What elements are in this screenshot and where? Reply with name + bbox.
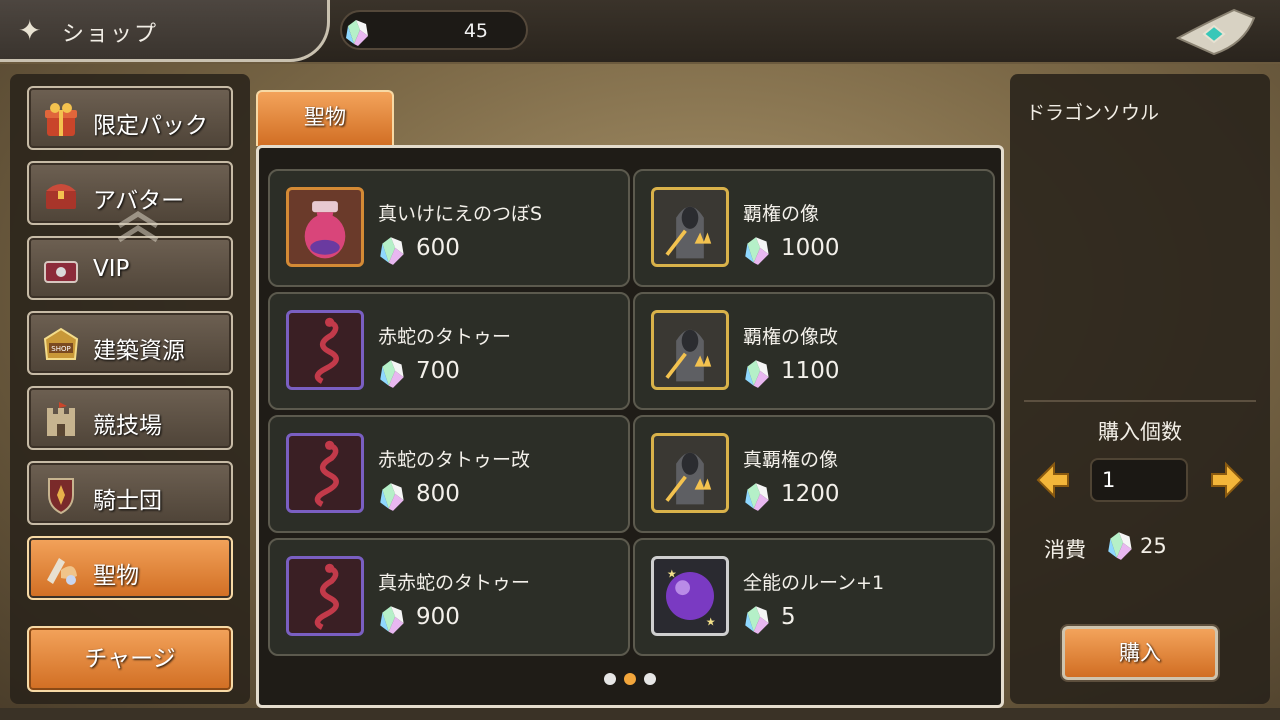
crystal-gem-icon [380,237,404,265]
bottom-strip [0,708,1280,720]
item-price: 800 [416,481,460,507]
crystal-gem-icon [380,606,404,634]
statue-icon [651,187,729,267]
decrease-quantity-arrow-icon[interactable] [1034,460,1072,500]
quantity-label: 購入個数 [1098,420,1182,444]
snake-tattoo-icon [286,310,364,390]
crystal-gem-icon [380,360,404,388]
top-bar: ✦ ショップ 45 [0,0,1280,64]
shop-item-card[interactable]: 覇権の像改 1100 [633,292,995,410]
sidebar-item-building-resources[interactable]: SHOP 建築資源 [27,311,233,375]
item-price: 600 [416,235,460,261]
shop-item-card[interactable]: 真いけにえのつぼS 600 [268,169,630,287]
crystal-gem-icon [745,360,769,388]
page-title: ショップ [62,22,159,47]
cost-label: 消費 [1044,538,1086,562]
buy-button-label: 購入 [1119,641,1161,665]
currency-value: 45 [463,20,488,42]
charge-button-label: チャージ [84,646,176,672]
shop-item-card[interactable]: ★ ★ 全能のルーン+1 5 [633,538,995,656]
charge-button[interactable]: チャージ [27,626,233,692]
cost-value: 25 [1140,534,1167,558]
item-price: 900 [416,604,460,630]
pagination-dots [604,673,664,687]
tab-relics[interactable]: 聖物 [256,90,394,146]
relic-icon [47,558,77,585]
quantity-value: 1 [1102,468,1116,492]
shop-item-card[interactable]: 真覇権の像 1200 [633,415,995,533]
vip-chest-icon [44,261,78,283]
shop-sign-icon: SHOP [43,327,79,360]
item-price: 5 [781,604,796,630]
castle-icon [47,402,75,436]
item-price: 700 [416,358,460,384]
item-price: 1100 [781,358,840,384]
tab-label: 聖物 [304,105,346,129]
sidebar-item-label: 騎士団 [93,488,162,514]
buy-button[interactable]: 購入 [1062,626,1218,680]
sidebar-item-arena[interactable]: 競技場 [27,386,233,450]
crystal-gem-icon [346,20,368,46]
item-name: 赤蛇のタトゥー [378,326,512,348]
title-plate: ✦ ショップ [0,0,330,62]
sparkle-icon: ✦ [18,14,42,47]
item-name: 真赤蛇のタトゥー [378,572,531,594]
pot-icon [286,187,364,267]
page-dot-active[interactable] [624,673,636,685]
item-name: 覇権の像 [743,203,820,225]
sidebar-item-label: 競技場 [93,413,162,439]
purchase-detail-panel: ドラゴンソウル 購入個数 1 消費 25 購入 [1010,74,1270,704]
svg-text:★: ★ [667,568,677,581]
currency-display: 45 [340,10,528,50]
item-name: 覇権の像改 [743,326,839,348]
shop-item-card[interactable]: 覇権の像 1000 [633,169,995,287]
crystal-gem-icon [745,237,769,265]
sidebar: 限定パック アバター VIP SHOP 建築資源 競技場 騎士団 聖物 チャージ [10,74,250,704]
item-price: 1000 [781,235,840,261]
scroll-up-chevron-icon[interactable] [115,210,161,246]
crystal-gem-icon [1108,532,1132,560]
sidebar-item-label: 建築資源 [93,338,185,364]
item-name: 赤蛇のタトゥー改 [378,449,531,471]
divider [1024,400,1256,402]
quantity-input[interactable]: 1 [1090,458,1188,502]
item-name: 全能のルーン+1 [743,572,885,594]
item-price: 1200 [781,481,840,507]
shield-emblem-icon [48,478,74,515]
svg-text:SHOP: SHOP [51,345,70,353]
crystal-gem-icon [745,483,769,511]
menu-emblem-icon[interactable] [1174,4,1260,60]
item-grid-panel: 真いけにえのつぼS 600 覇権の像 1000 赤蛇のタトゥー 700 覇権の像… [256,145,1004,708]
rune-orb-icon: ★ ★ [651,556,729,636]
shop-item-card[interactable]: 赤蛇のタトゥー 700 [268,292,630,410]
crystal-gem-icon [745,606,769,634]
sidebar-item-limited-pack[interactable]: 限定パック [27,86,233,150]
item-name: 真いけにえのつぼS [378,203,543,225]
sidebar-item-relics[interactable]: 聖物 [27,536,233,600]
page-dot[interactable] [604,673,616,685]
statue-icon [651,310,729,390]
item-name: 真覇権の像 [743,449,839,471]
snake-tattoo-icon [286,556,364,636]
svg-text:★: ★ [706,616,716,629]
selected-item-name: ドラゴンソウル [1026,102,1160,124]
sidebar-item-label: 聖物 [93,563,139,589]
statue-icon [651,433,729,513]
sidebar-item-label: VIP [93,256,130,282]
sidebar-item-label: 限定パック [93,113,208,139]
gift-box-icon [45,103,77,136]
increase-quantity-arrow-icon[interactable] [1208,460,1246,500]
shop-item-card[interactable]: 真赤蛇のタトゥー 900 [268,538,630,656]
sidebar-item-knights[interactable]: 騎士団 [27,461,233,525]
shop-item-card[interactable]: 赤蛇のタトゥー改 800 [268,415,630,533]
crystal-gem-icon [380,483,404,511]
treasure-chest-icon [46,184,76,209]
page-dot[interactable] [644,673,656,685]
snake-tattoo-icon [286,433,364,513]
